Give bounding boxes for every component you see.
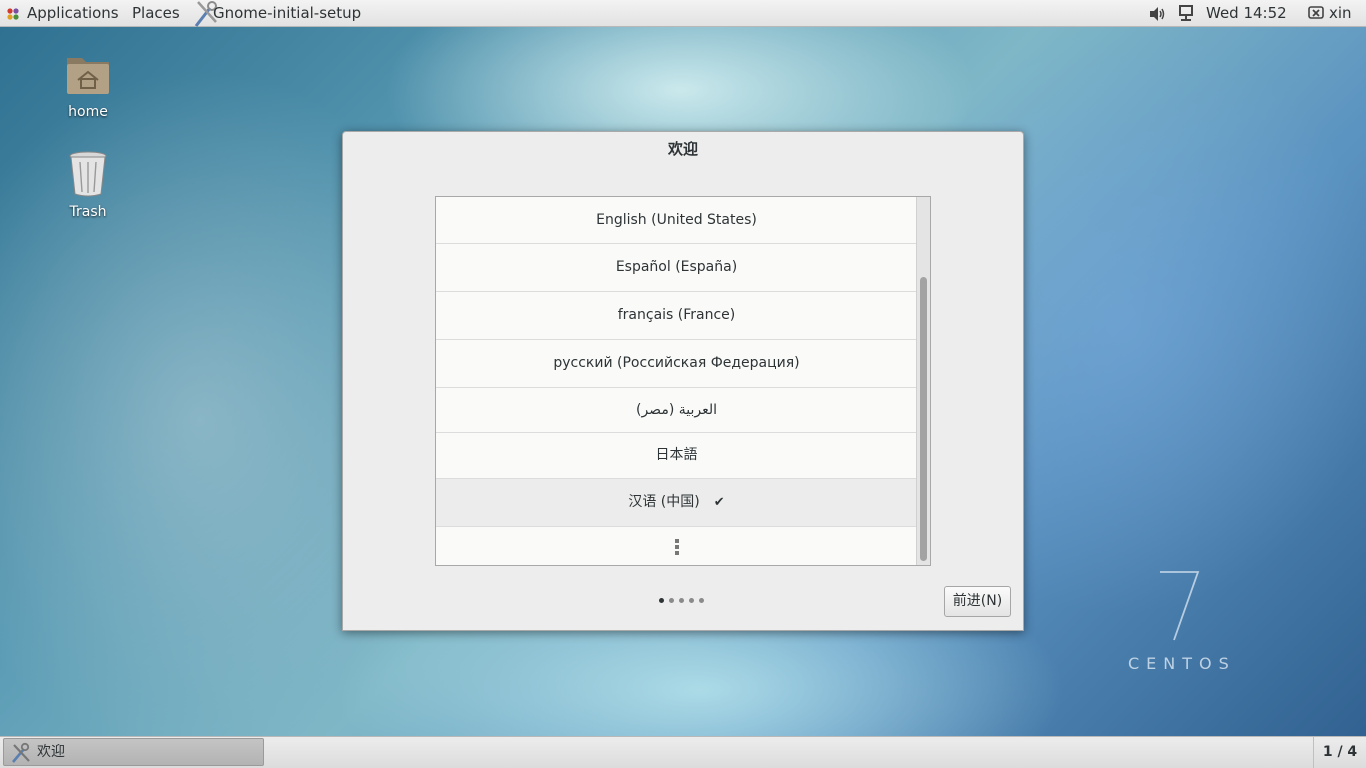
language-list: English (United States) Español (España)…	[435, 196, 931, 566]
desktop-home-item[interactable]: home	[43, 50, 133, 120]
more-languages-button[interactable]	[436, 527, 917, 565]
workspace-switcher[interactable]: 1 / 4	[1313, 737, 1366, 768]
selected-check-icon: ✔	[713, 495, 725, 510]
setup-tools-icon	[12, 742, 30, 763]
active-window-title[interactable]: Gnome-initial-setup	[213, 0, 361, 27]
more-vertical-icon	[674, 539, 679, 555]
language-row-arabic[interactable]: العربية (مصر)	[436, 388, 917, 433]
page-dot-3	[679, 598, 684, 603]
network-wired-icon[interactable]	[1178, 5, 1194, 23]
centos-watermark-text: CENTOS	[1128, 654, 1236, 673]
language-row-chinese[interactable]: 汉语 (中国) ✔	[436, 479, 917, 527]
page-dot-5	[699, 598, 704, 603]
bottom-panel: 欢迎 1 / 4	[0, 736, 1366, 768]
language-label: français (France)	[617, 307, 736, 323]
language-label: 汉语 (中国)	[628, 494, 700, 510]
language-label: English (United States)	[596, 212, 757, 228]
language-row-russian[interactable]: русский (Российская Федерация)	[436, 340, 917, 388]
scrollbar-thumb[interactable]	[920, 277, 927, 561]
trash-icon	[69, 151, 107, 197]
language-row-spanish[interactable]: Español (España)	[436, 244, 917, 292]
top-panel: Applications Places Gnome-initial-setup …	[0, 0, 1366, 27]
home-folder-icon	[67, 58, 109, 94]
language-row-japanese[interactable]: 日本語	[436, 433, 917, 479]
user-menu[interactable]: xin	[1329, 0, 1352, 27]
taskbar-window-label: 欢迎	[37, 744, 65, 760]
welcome-dialog: 欢迎 English (United States) Español (Espa…	[342, 131, 1024, 631]
next-button[interactable]: 前进(N)	[944, 586, 1011, 617]
page-dot-1	[659, 598, 664, 603]
language-label: Español (España)	[615, 259, 738, 275]
applications-menu[interactable]: Applications	[27, 0, 119, 27]
page-dot-2	[669, 598, 674, 603]
language-label: русский (Российская Федерация)	[553, 355, 800, 371]
language-label: 日本語	[655, 447, 698, 463]
volume-icon[interactable]	[1148, 6, 1166, 22]
dialog-title: 欢迎	[667, 140, 698, 158]
applications-menu-icon[interactable]	[6, 7, 20, 21]
language-list-scrollbar[interactable]	[916, 197, 930, 565]
user-status-icon[interactable]	[1308, 6, 1324, 21]
clock[interactable]: Wed 14:52	[1206, 0, 1287, 27]
centos-logo-seven	[1160, 571, 1200, 641]
desktop-trash-item[interactable]: Trash	[43, 150, 133, 220]
language-label: العربية (مصر)	[636, 402, 717, 418]
page-dot-4	[689, 598, 694, 603]
language-row-english[interactable]: English (United States)	[436, 197, 917, 244]
taskbar-window-welcome[interactable]: 欢迎	[3, 738, 264, 766]
desktop-home-label: home	[68, 104, 108, 120]
places-menu[interactable]: Places	[132, 0, 180, 27]
desktop-trash-label: Trash	[69, 204, 107, 220]
language-row-french[interactable]: français (France)	[436, 292, 917, 340]
